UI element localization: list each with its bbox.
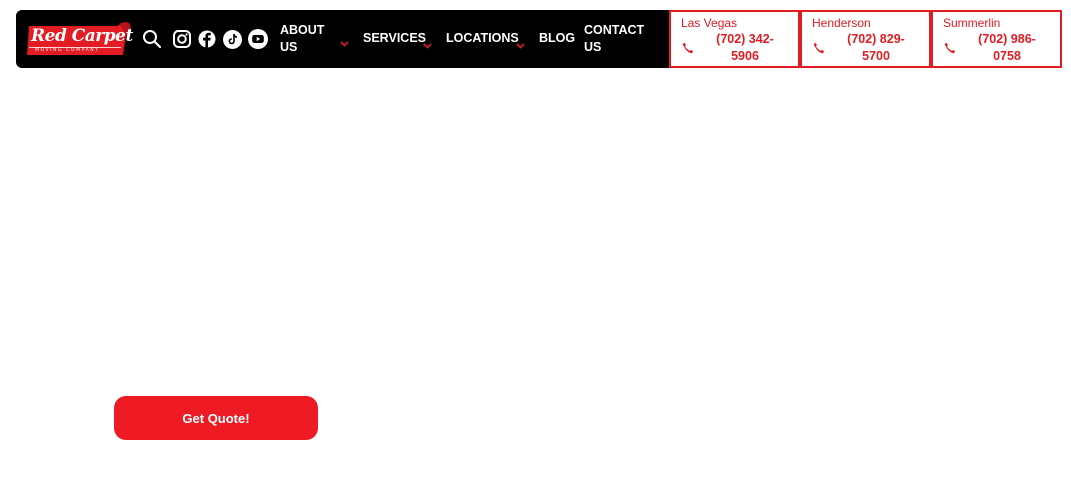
top-navigation-bar: Red Carpet MOVING COMPANY ABOUT US SERVI… [16, 10, 669, 68]
youtube-icon[interactable] [247, 28, 269, 50]
nav-locations[interactable]: LOCATIONS [446, 30, 519, 47]
chevron-down-icon[interactable] [340, 34, 349, 52]
phone-icon [813, 41, 825, 59]
brand-tagline: MOVING COMPANY [35, 48, 100, 53]
phone-number-line1: (702) 986- [978, 32, 1036, 46]
phone-number-line1: (702) 342- [716, 32, 774, 46]
phone-number-line2: 5700 [862, 49, 890, 63]
brand-name: Red Carpet [31, 26, 133, 46]
chevron-down-icon[interactable] [516, 36, 525, 54]
nav-about-us-line1: ABOUT [280, 23, 325, 37]
phone-icon [944, 41, 956, 59]
phone-location-label: Henderson [812, 16, 871, 30]
phone-number: (702) 342- 5906 [697, 31, 793, 65]
phone-number: (702) 986- 0758 [959, 31, 1055, 65]
brand-logo[interactable]: Red Carpet MOVING COMPANY [27, 20, 133, 57]
nav-blog[interactable]: BLOG [539, 30, 575, 47]
instagram-icon[interactable] [171, 28, 193, 50]
nav-services[interactable]: SERVICES [363, 30, 426, 47]
phone-location-label: Summerlin [943, 16, 1001, 30]
nav-about-us-line2: US [280, 40, 298, 54]
phone-number-line2: 0758 [993, 49, 1021, 63]
search-icon[interactable] [141, 28, 163, 50]
get-quote-button[interactable]: Get Quote! [114, 396, 318, 440]
nav-contact-us[interactable]: CONTACT US [584, 22, 644, 56]
phone-number-line1: (702) 829- [847, 32, 905, 46]
phone-henderson[interactable]: Henderson (702) 829- 5700 [800, 10, 931, 68]
nav-about-us[interactable]: ABOUT US [280, 22, 324, 56]
nav-contact-us-line1: CONTACT [584, 23, 645, 37]
tiktok-icon[interactable] [221, 28, 243, 50]
nav-contact-us-line2: US [584, 40, 602, 54]
phone-summerlin[interactable]: Summerlin (702) 986- 0758 [931, 10, 1062, 68]
phone-location-label: Las Vegas [681, 16, 738, 30]
chevron-down-icon[interactable] [423, 36, 432, 54]
facebook-icon[interactable] [196, 28, 218, 50]
phone-number-line2: 5906 [731, 49, 759, 63]
phone-las-vegas[interactable]: Las Vegas (702) 342- 5906 [669, 10, 800, 68]
phone-icon [682, 41, 694, 59]
phone-number: (702) 829- 5700 [828, 31, 924, 65]
